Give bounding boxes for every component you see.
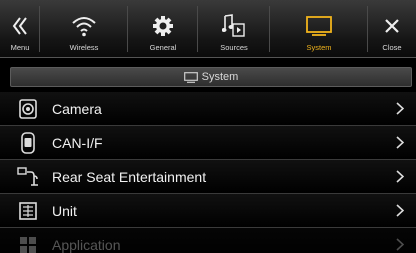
general-label: General [149, 43, 177, 52]
gear-icon [152, 11, 174, 41]
chevron-right-icon [396, 170, 405, 188]
wireless-label: Wireless [69, 43, 99, 52]
system-label: System [306, 43, 332, 52]
sources-label: Sources [220, 43, 248, 52]
section-title: System [201, 71, 239, 83]
list-item-label: Rear Seat Entertainment [52, 168, 207, 185]
system-menu-list: Camera CAN-I/F Rear Seat Entertainment U… [0, 92, 416, 253]
system-tab[interactable]: System [270, 0, 368, 58]
menu-label: Menu [10, 43, 30, 52]
top-navigation-bar: Menu Wireless General Sources System Clo… [0, 0, 416, 58]
wireless-tab[interactable]: Wireless [40, 0, 128, 58]
section-header: System [10, 67, 412, 87]
application-icon [16, 236, 40, 253]
list-item-label: Application [52, 236, 121, 253]
monitor-icon [306, 11, 332, 41]
rear-seat-icon [16, 166, 40, 187]
car-fob-icon [16, 131, 40, 154]
list-item-label: Camera [52, 100, 102, 117]
menu-button[interactable]: Menu [0, 0, 40, 58]
close-label: Close [382, 43, 402, 52]
general-tab[interactable]: General [128, 0, 198, 58]
sources-tab[interactable]: Sources [198, 0, 270, 58]
list-item-label: Unit [52, 202, 77, 219]
chevron-right-icon [396, 102, 405, 120]
chevron-right-icon [396, 136, 405, 154]
list-item-label: CAN-I/F [52, 134, 103, 151]
close-button[interactable]: Close [368, 0, 416, 58]
list-item-application[interactable]: Application [0, 228, 416, 253]
music-note-icon [222, 11, 246, 41]
list-item-can-if[interactable]: CAN-I/F [0, 126, 416, 160]
camera-icon [16, 98, 40, 119]
monitor-icon [183, 71, 198, 83]
close-icon [385, 11, 399, 41]
list-item-rear-seat-entertainment[interactable]: Rear Seat Entertainment [0, 160, 416, 194]
chevron-right-icon [396, 238, 405, 253]
list-item-unit[interactable]: Unit [0, 194, 416, 228]
chevron-right-icon [396, 204, 405, 222]
unit-grid-icon [16, 201, 40, 220]
list-item-camera[interactable]: Camera [0, 92, 416, 126]
double-chevron-left-icon [11, 11, 29, 41]
wifi-icon [71, 11, 97, 41]
